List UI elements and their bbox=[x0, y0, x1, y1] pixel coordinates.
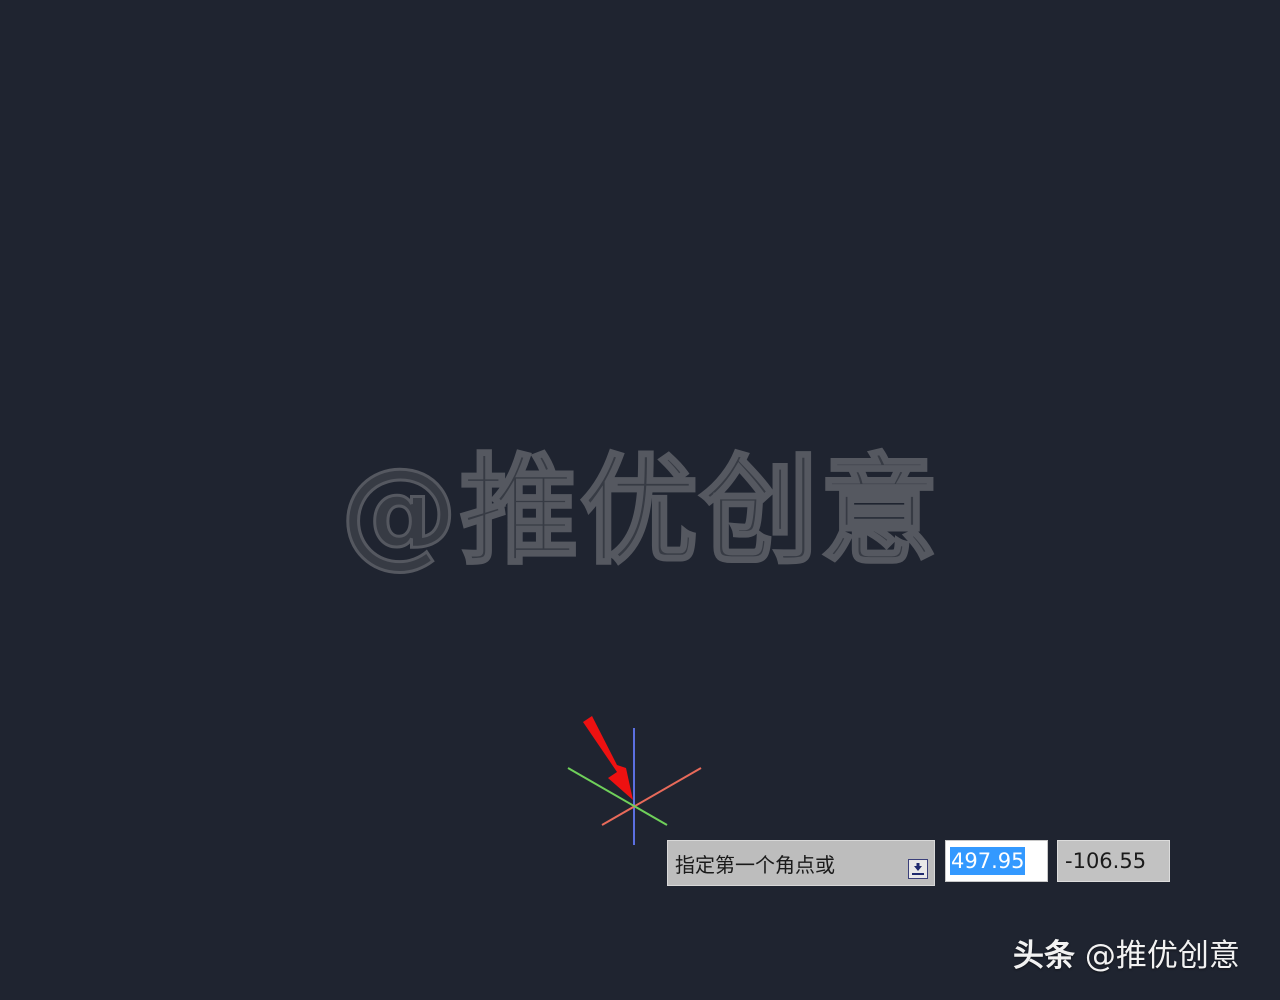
y-coordinate-input[interactable]: -106.55 bbox=[1057, 840, 1170, 882]
crosshair-icon bbox=[567, 728, 702, 845]
x-coordinate-value: 497.95 bbox=[950, 847, 1026, 875]
crosshair-axis-red bbox=[601, 767, 702, 826]
source-account: @推优创意 bbox=[1084, 938, 1240, 974]
red-arrow-shape bbox=[583, 716, 633, 800]
source-watermark: 头条 @推优创意 bbox=[1013, 930, 1240, 975]
down-arrow-option-icon[interactable] bbox=[908, 859, 928, 879]
source-brand: 头条 bbox=[1013, 938, 1075, 974]
command-prompt-tooltip: 指定第一个角点或 bbox=[667, 840, 935, 886]
watermark-text: @推优创意 bbox=[339, 440, 941, 581]
red-arrow-icon bbox=[583, 716, 633, 800]
drawing-canvas[interactable]: @推优创意 指定第一个角点或 497.95 -106.55 头条 @推优创意 bbox=[0, 0, 1280, 1000]
command-prompt-text: 指定第一个角点或 bbox=[675, 852, 835, 877]
x-coordinate-input[interactable]: 497.95 bbox=[945, 840, 1048, 882]
crosshair-axis-green bbox=[567, 767, 668, 826]
